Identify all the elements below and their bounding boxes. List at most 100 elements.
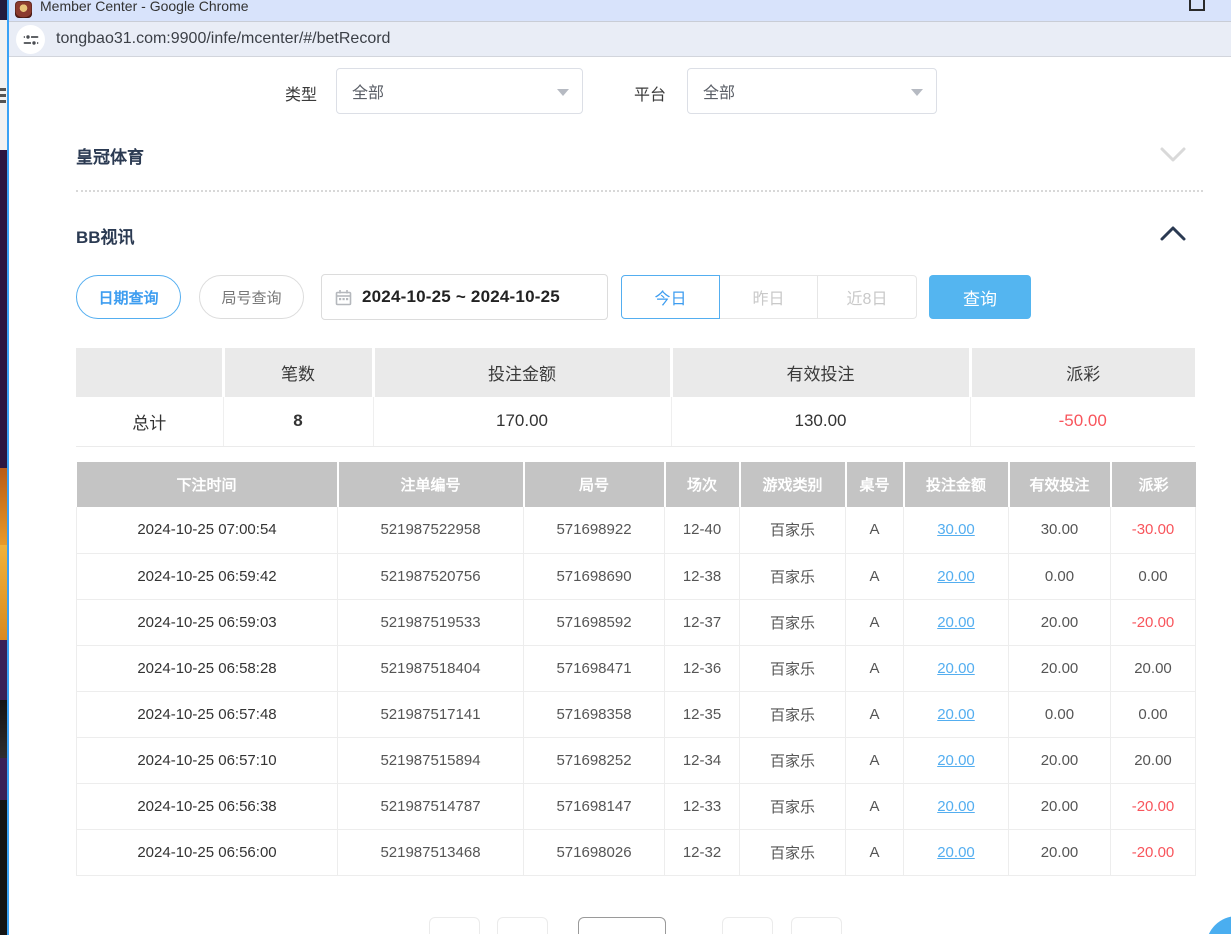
cell-valid-bet: 20.00 bbox=[1009, 599, 1111, 645]
bet-table-header-row: 下注时间 注单编号 局号 场次 游戏类别 桌号 投注金额 有效投注 派彩 bbox=[77, 462, 1196, 507]
date-range-value: 2024-10-25 ~ 2024-10-25 bbox=[362, 287, 560, 307]
table-row: 2024-10-25 06:57:48 521987517141 5716983… bbox=[77, 691, 1196, 737]
round-query-tab[interactable]: 局号查询 bbox=[199, 275, 304, 319]
summary-header-count: 笔数 bbox=[223, 348, 373, 397]
cell-bet-no: 521987517141 bbox=[338, 691, 524, 737]
cell-bet-time: 2024-10-25 06:59:42 bbox=[77, 553, 338, 599]
table-row: 2024-10-25 06:56:38 521987514787 5716981… bbox=[77, 783, 1196, 829]
table-row: 2024-10-25 06:58:28 521987518404 5716984… bbox=[77, 645, 1196, 691]
summary-valid-bet-value: 130.00 bbox=[671, 397, 970, 446]
caret-down-icon bbox=[911, 89, 923, 96]
col-bet-no: 注单编号 bbox=[338, 462, 524, 507]
cell-valid-bet: 20.00 bbox=[1009, 829, 1111, 875]
quick-date-group: 今日 昨日 近8日 bbox=[621, 275, 917, 319]
cell-session: 12-37 bbox=[665, 599, 740, 645]
section-bb-video-title: BB视讯 bbox=[76, 223, 135, 248]
cell-bet-no: 521987519533 bbox=[338, 599, 524, 645]
cell-round-no: 571698922 bbox=[524, 507, 665, 553]
cell-bet-amount: 20.00 bbox=[904, 599, 1009, 645]
calendar-icon bbox=[335, 289, 352, 306]
customer-service-float-button[interactable] bbox=[1206, 916, 1231, 934]
url-text[interactable]: tongbao31.com:9900/infe/mcenter/#/betRec… bbox=[56, 30, 390, 48]
bet-amount-link[interactable]: 20.00 bbox=[937, 706, 975, 723]
table-row: 2024-10-25 06:59:03 521987519533 5716985… bbox=[77, 599, 1196, 645]
cell-bet-no: 521987518404 bbox=[338, 645, 524, 691]
cell-table-no: A bbox=[846, 691, 904, 737]
cell-game-type: 百家乐 bbox=[740, 553, 846, 599]
pagination-next-button[interactable]: › bbox=[722, 917, 773, 934]
summary-total-row: 总计 8 170.00 130.00 -50.00 bbox=[76, 397, 1195, 446]
cell-table-no: A bbox=[846, 553, 904, 599]
cell-bet-no: 521987520756 bbox=[338, 553, 524, 599]
maximize-button[interactable] bbox=[1189, 0, 1205, 11]
cell-round-no: 571698358 bbox=[524, 691, 665, 737]
bet-amount-link[interactable]: 30.00 bbox=[937, 521, 975, 538]
last-8-days-button[interactable]: 近8日 bbox=[818, 275, 917, 319]
cell-payout: 0.00 bbox=[1111, 691, 1196, 737]
summary-payout-value: -50.00 bbox=[970, 397, 1195, 446]
cell-session: 12-40 bbox=[665, 507, 740, 553]
cell-game-type: 百家乐 bbox=[740, 645, 846, 691]
cell-bet-amount: 20.00 bbox=[904, 645, 1009, 691]
bet-amount-link[interactable]: 20.00 bbox=[937, 798, 975, 815]
cell-session: 12-35 bbox=[665, 691, 740, 737]
site-settings-button[interactable] bbox=[16, 25, 45, 54]
cell-table-no: A bbox=[846, 737, 904, 783]
cell-round-no: 571698026 bbox=[524, 829, 665, 875]
date-query-tab[interactable]: 日期查询 bbox=[76, 275, 181, 319]
cell-bet-amount: 20.00 bbox=[904, 737, 1009, 783]
platform-select[interactable]: 全部 bbox=[687, 68, 937, 114]
col-round-no: 局号 bbox=[524, 462, 665, 507]
caret-down-icon bbox=[557, 89, 569, 96]
cell-bet-time: 2024-10-25 06:58:28 bbox=[77, 645, 338, 691]
cell-bet-time: 2024-10-25 06:56:38 bbox=[77, 783, 338, 829]
cell-game-type: 百家乐 bbox=[740, 829, 846, 875]
bet-amount-link[interactable]: 20.00 bbox=[937, 752, 975, 769]
bet-amount-link[interactable]: 20.00 bbox=[937, 660, 975, 677]
cell-round-no: 571698690 bbox=[524, 553, 665, 599]
cell-game-type: 百家乐 bbox=[740, 599, 846, 645]
today-button[interactable]: 今日 bbox=[621, 275, 720, 319]
cell-bet-no: 521987515894 bbox=[338, 737, 524, 783]
browser-address-bar: tongbao31.com:9900/infe/mcenter/#/betRec… bbox=[9, 22, 1231, 57]
bet-amount-link[interactable]: 20.00 bbox=[937, 568, 975, 585]
cell-payout: 0.00 bbox=[1111, 553, 1196, 599]
cell-bet-time: 2024-10-25 06:56:00 bbox=[77, 829, 338, 875]
bet-amount-link[interactable]: 20.00 bbox=[937, 844, 975, 861]
pagination-prev-button[interactable]: ‹ bbox=[497, 917, 548, 934]
cell-table-no: A bbox=[846, 783, 904, 829]
chrome-window: Member Center - Google Chrome tongbao31.… bbox=[7, 0, 1231, 935]
cell-session: 12-38 bbox=[665, 553, 740, 599]
chevron-up-icon[interactable] bbox=[1159, 222, 1187, 246]
cell-bet-time: 2024-10-25 06:57:48 bbox=[77, 691, 338, 737]
col-valid-bet: 有效投注 bbox=[1009, 462, 1111, 507]
cell-bet-time: 2024-10-25 06:57:10 bbox=[77, 737, 338, 783]
section-crown-sports-title: 皇冠体育 bbox=[76, 143, 144, 168]
type-select[interactable]: 全部 bbox=[336, 68, 583, 114]
type-select-value: 全部 bbox=[352, 79, 384, 103]
cell-round-no: 571698471 bbox=[524, 645, 665, 691]
cell-valid-bet: 0.00 bbox=[1009, 553, 1111, 599]
bet-amount-link[interactable]: 20.00 bbox=[937, 614, 975, 631]
type-filter-label: 类型 bbox=[285, 81, 317, 105]
cell-payout: -20.00 bbox=[1111, 829, 1196, 875]
cell-bet-no: 521987513468 bbox=[338, 829, 524, 875]
pagination-first-button[interactable]: « bbox=[429, 917, 480, 934]
table-row: 2024-10-25 07:00:54 521987522958 5716989… bbox=[77, 507, 1196, 553]
date-range-picker[interactable]: 2024-10-25 ~ 2024-10-25 bbox=[321, 274, 608, 320]
cell-valid-bet: 20.00 bbox=[1009, 783, 1111, 829]
table-row: 2024-10-25 06:57:10 521987515894 5716982… bbox=[77, 737, 1196, 783]
cell-game-type: 百家乐 bbox=[740, 737, 846, 783]
chevron-down-icon[interactable] bbox=[1159, 142, 1187, 166]
cell-bet-amount: 20.00 bbox=[904, 553, 1009, 599]
yesterday-button[interactable]: 昨日 bbox=[720, 275, 818, 319]
cell-session: 12-34 bbox=[665, 737, 740, 783]
cell-session: 12-36 bbox=[665, 645, 740, 691]
pagination-last-button[interactable]: » bbox=[791, 917, 842, 934]
summary-bet-amount-value: 170.00 bbox=[373, 397, 671, 446]
summary-header-row: 笔数 投注金额 有效投注 派彩 bbox=[76, 348, 1195, 397]
pagination-page-input[interactable] bbox=[578, 917, 666, 934]
cell-table-no: A bbox=[846, 599, 904, 645]
search-button[interactable]: 查询 bbox=[929, 275, 1031, 319]
table-row: 2024-10-25 06:56:00 521987513468 5716980… bbox=[77, 829, 1196, 875]
